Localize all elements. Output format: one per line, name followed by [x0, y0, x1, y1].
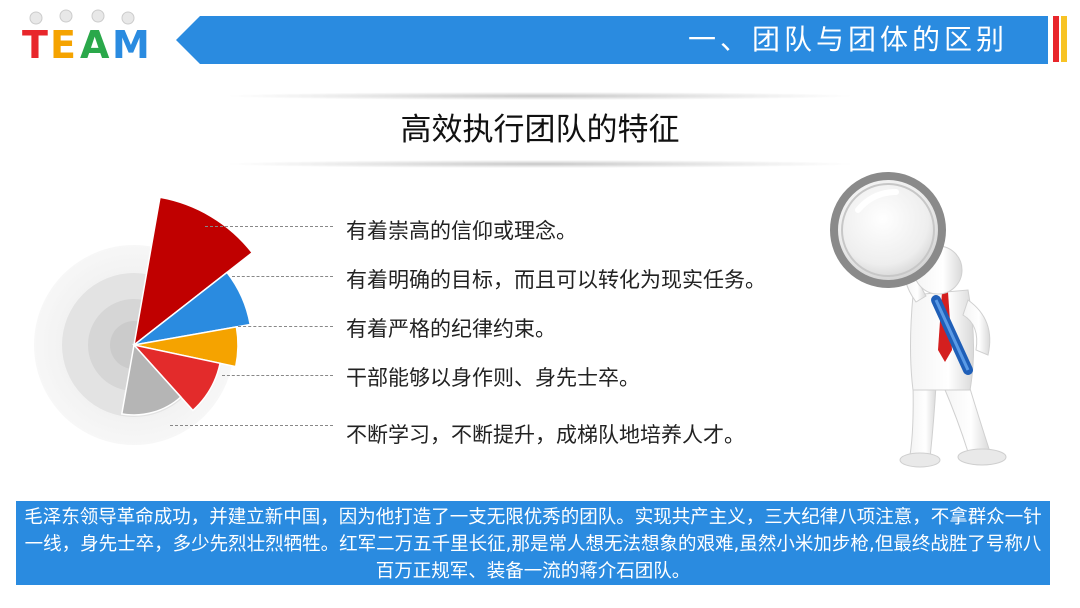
bottom-description-text: 毛泽东领导革命成功，并建立新中国，因为他打造了一支无限优秀的团队。实现共产主义，…: [24, 507, 1042, 582]
shadow-line-top: [230, 92, 850, 100]
magnifier-figure-illustration: [830, 172, 1007, 468]
feature-item-5: 不断学习，不断提升，成梯队地培养人才。: [346, 423, 745, 447]
leader-line-1: [205, 226, 333, 227]
radial-pie-graphic: [34, 196, 254, 445]
subtitle-banner: 高效执行团队的特征: [230, 92, 850, 168]
leader-line-3: [238, 326, 333, 327]
team-logo: T E A M: [22, 9, 150, 67]
feature-item-2: 有着明确的目标，而且可以转化为现实任务。: [346, 268, 766, 292]
subtitle: 高效执行团队的特征: [400, 112, 680, 148]
shadow-line-bottom: [230, 160, 850, 168]
header-title: 一、团队与团体的区别: [687, 23, 1008, 56]
feature-item-1: 有着崇高的信仰或理念。: [346, 219, 577, 243]
svg-text:T: T: [22, 23, 48, 67]
svg-text:A: A: [80, 23, 110, 67]
leader-line-5: [170, 425, 333, 426]
leader-line-2: [232, 276, 333, 277]
feature-item-4: 干部能够以身作则、身先士卒。: [346, 366, 640, 390]
accent-bar-yellow: [1061, 16, 1067, 62]
accent-bar-red: [1053, 16, 1059, 62]
team-people-figures: [29, 9, 135, 25]
header-bar: 一、团队与团体的区别: [176, 16, 1048, 64]
svg-text:E: E: [50, 23, 76, 67]
leader-line-4: [222, 375, 333, 376]
svg-text:M: M: [112, 23, 150, 67]
feature-item-3: 有着严格的纪律约束。: [346, 317, 556, 341]
bottom-description-box: 毛泽东领导革命成功，并建立新中国，因为他打造了一支无限优秀的团队。实现共产主义，…: [16, 501, 1050, 585]
